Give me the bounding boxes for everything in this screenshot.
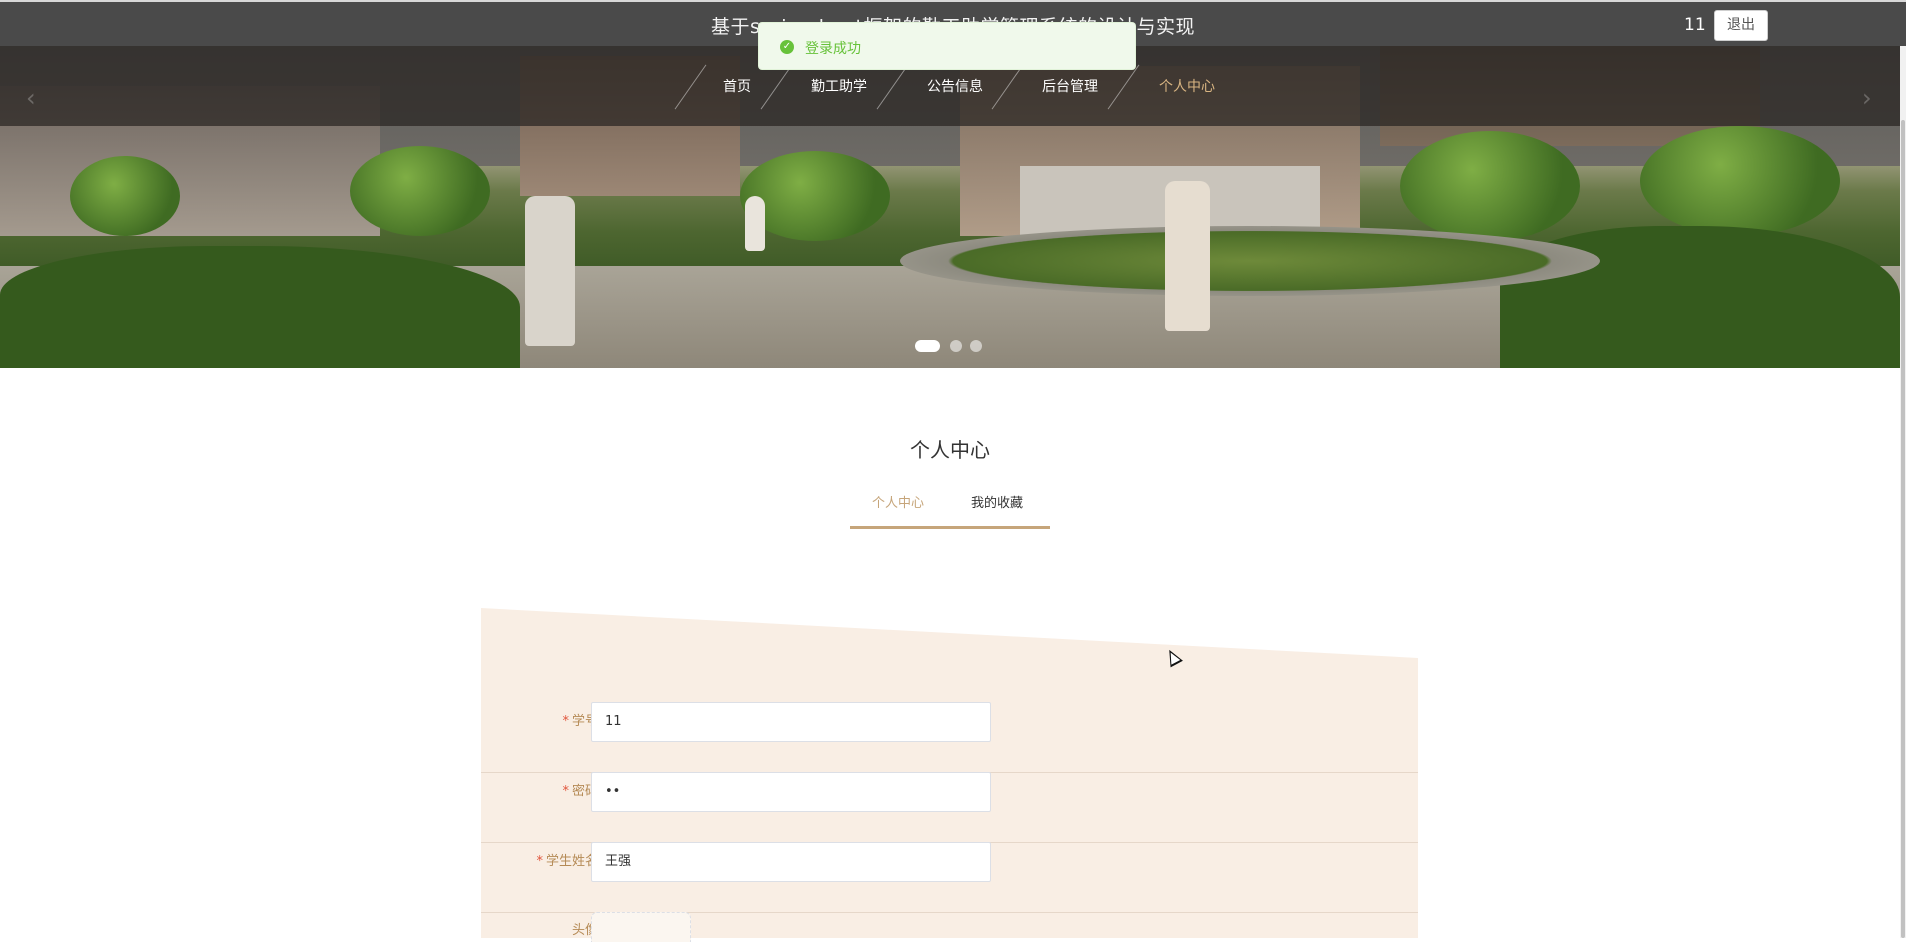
tab-bar: 个人中心 我的收藏 (850, 488, 1050, 529)
current-username: 11 (1684, 15, 1706, 35)
logout-button[interactable]: 退出 (1714, 10, 1768, 41)
form-row-password: * 密码 •• (481, 772, 1418, 843)
nav-separator (876, 64, 909, 110)
form-row-student-id: * 学号 11 (481, 702, 1418, 773)
form-row-avatar: 头像 (481, 912, 1418, 942)
carousel-dot[interactable] (915, 340, 940, 352)
scrollbar-thumb[interactable] (1901, 120, 1905, 938)
banner-tree (70, 156, 180, 236)
banner-lawn (0, 246, 520, 368)
banner-person (525, 196, 575, 346)
carousel-prev-icon[interactable]: ‹ (26, 84, 36, 112)
banner-person (1165, 181, 1210, 331)
tab-my-favorites[interactable]: 我的收藏 (971, 492, 1023, 511)
banner-carousel: 首页 勤工助学 公告信息 后台管理 个人中心 ‹ › (0, 46, 1900, 368)
banner-person (745, 196, 765, 251)
carousel-dot[interactable] (970, 340, 982, 352)
required-mark: * (562, 714, 569, 729)
nav-separator (1107, 64, 1140, 110)
toast-message: 登录成功 (805, 41, 861, 57)
required-mark: * (562, 784, 569, 799)
tab-personal-center[interactable]: 个人中心 (872, 492, 924, 511)
banner-tree (350, 146, 490, 236)
carousel-dot[interactable] (950, 340, 962, 352)
banner-flowerbed (900, 226, 1600, 296)
nav-item-home[interactable]: 首页 (723, 76, 751, 96)
page-title: 个人中心 (910, 438, 990, 462)
check-circle-icon: ✓ (780, 40, 794, 54)
form-row-student-name: * 学生姓名 王强 (481, 842, 1418, 913)
password-input[interactable]: •• (591, 772, 991, 812)
nav-item-personal-center[interactable]: 个人中心 (1159, 76, 1215, 96)
student-id-input[interactable]: 11 (591, 702, 991, 742)
banner-tree (1400, 131, 1580, 241)
required-mark: * (536, 854, 543, 869)
nav-separator (991, 64, 1024, 110)
nav-separator (760, 64, 793, 110)
banner-tree (1640, 126, 1840, 236)
carousel-next-icon[interactable]: › (1862, 84, 1872, 112)
success-toast: ✓ 登录成功 (758, 22, 1136, 70)
field-label-student-name: * 学生姓名 (536, 842, 598, 882)
nav-item-announcements[interactable]: 公告信息 (927, 76, 983, 96)
nav-item-work-study[interactable]: 勤工助学 (811, 76, 867, 96)
nav-item-admin[interactable]: 后台管理 (1042, 76, 1098, 96)
nav-separator (674, 64, 707, 110)
student-name-input[interactable]: 王强 (591, 842, 991, 882)
